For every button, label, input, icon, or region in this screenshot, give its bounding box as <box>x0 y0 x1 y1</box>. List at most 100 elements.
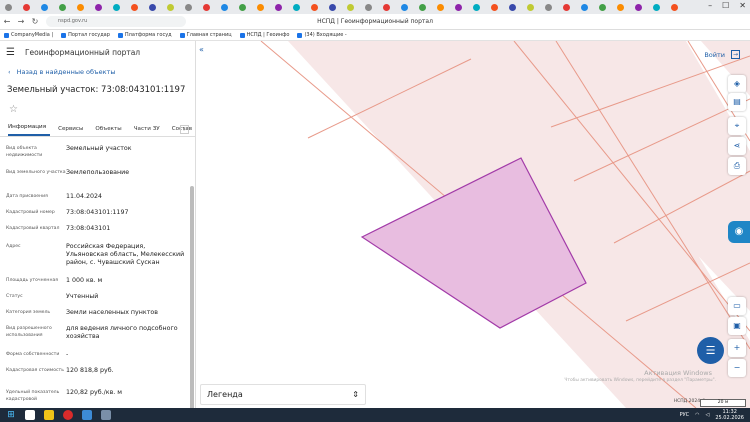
app-icon[interactable] <box>82 410 92 420</box>
yandex-browser-icon[interactable] <box>63 410 73 420</box>
browser-tab[interactable] <box>650 2 663 12</box>
info-tab[interactable]: Объекты <box>95 126 125 136</box>
browser-tab[interactable] <box>92 2 105 12</box>
layers-tool-button[interactable]: ◈ <box>728 75 746 93</box>
menu-icon[interactable]: ☰ <box>6 47 15 58</box>
browser-tab[interactable] <box>254 2 267 12</box>
volume-icon[interactable]: ◁ <box>706 412 710 418</box>
bookmark-item[interactable]: (34) Входящие - <box>297 32 347 38</box>
close-icon[interactable]: ✕ <box>739 1 746 10</box>
browser-tab[interactable] <box>632 2 645 12</box>
browser-tab[interactable] <box>488 2 501 12</box>
browser-tab[interactable] <box>74 2 87 12</box>
browser-tab[interactable] <box>506 2 519 12</box>
browser-tab[interactable] <box>380 2 393 12</box>
maximize-icon[interactable]: ☐ <box>722 1 729 10</box>
browser-tab[interactable] <box>56 2 69 12</box>
property-value: 73:08:043101:1197 <box>66 209 129 216</box>
map-canvas[interactable] <box>196 41 750 408</box>
property-key: Вид объекта недвижимости <box>6 146 43 158</box>
browser-tab[interactable] <box>128 2 141 12</box>
info-tab[interactable]: Части ЗУ <box>134 126 164 136</box>
chat-icon: ☰ <box>705 344 716 357</box>
browser-tab[interactable] <box>614 2 627 12</box>
browser-tab[interactable] <box>344 2 357 12</box>
browser-tab[interactable] <box>200 2 213 12</box>
share-tool-button[interactable]: ⋖ <box>728 137 746 155</box>
browser-tab[interactable] <box>362 2 375 12</box>
map-view[interactable]: « Войти → ◈ ▤ ⌖ ⋖ ⎙ ◉ ▭ ▣ + − ☰ Активаци… <box>196 41 750 408</box>
app-icon[interactable] <box>101 410 111 420</box>
browser-tab[interactable] <box>434 2 447 12</box>
back-to-results-link[interactable]: ‹ Назад в найденные объекты <box>0 68 195 76</box>
legend-dropdown[interactable]: Легенда ⇕ <box>200 384 366 405</box>
basemap-tool-button[interactable]: ▤ <box>728 93 746 111</box>
zoom-out-button[interactable]: − <box>728 359 746 377</box>
favicon-icon <box>185 3 192 11</box>
property-key: Вид земельного участка <box>6 170 66 175</box>
property-row: Удельный показатель кадастровой 120,82 ру… <box>6 389 186 403</box>
favicon-icon <box>527 3 534 11</box>
property-row: Статус Учтенный <box>6 293 186 301</box>
basemap-icon: ▤ <box>733 97 741 106</box>
browser-tab[interactable] <box>272 2 285 12</box>
measure-tool-button[interactable]: ⌖ <box>728 117 746 135</box>
property-row: Категория земель Земли населенных пунктов <box>6 309 186 317</box>
browser-tab[interactable] <box>236 2 249 12</box>
favicon-icon <box>257 3 264 11</box>
bookmark-item[interactable]: Платформа госуд <box>117 32 172 38</box>
login-icon: → <box>731 50 740 59</box>
minimap-tool-button[interactable]: ▣ <box>728 317 746 335</box>
browser-tab[interactable] <box>524 2 537 12</box>
browser-tab[interactable] <box>416 2 429 12</box>
search-icon[interactable] <box>25 410 35 420</box>
favicon-icon <box>581 3 588 11</box>
info-tab[interactable]: Сервисы <box>58 126 87 136</box>
bookmark-item[interactable]: Главная страниц <box>179 32 232 38</box>
tabs-next-icon[interactable]: › <box>180 125 189 134</box>
browser-tab[interactable] <box>146 2 159 12</box>
zoom-in-button[interactable]: + <box>728 339 746 357</box>
info-tab[interactable]: Информация <box>8 124 51 136</box>
property-value: 120,82 руб./кв. м <box>66 389 123 396</box>
windows-start-icon[interactable]: ⊞ <box>6 410 16 420</box>
browser-tab[interactable] <box>452 2 465 12</box>
browser-tab[interactable] <box>326 2 339 12</box>
property-key: Адрес <box>6 244 21 249</box>
login-button[interactable]: Войти → <box>704 50 740 59</box>
browser-tab[interactable] <box>398 2 411 12</box>
side-widget-button[interactable]: ◉ <box>728 221 750 243</box>
bookmark-item[interactable]: Портал государ <box>61 32 110 38</box>
file-explorer-icon[interactable] <box>44 410 54 420</box>
bookmark-item[interactable]: CompanyMedia | <box>4 32 53 38</box>
browser-tab[interactable] <box>542 2 555 12</box>
browser-tab[interactable] <box>668 2 681 12</box>
browser-tab[interactable] <box>218 2 231 12</box>
property-value: Землепользование <box>66 169 130 176</box>
clock[interactable]: 11:32 25.02.2026 <box>715 409 744 421</box>
screen-tool-button[interactable]: ▭ <box>728 297 746 315</box>
browser-tab[interactable] <box>38 2 51 12</box>
chevron-left-icon: ‹ <box>8 68 11 76</box>
wifi-icon[interactable]: ◠ <box>695 412 699 418</box>
browser-tab[interactable] <box>2 2 15 12</box>
chat-button[interactable]: ☰ <box>697 337 724 364</box>
minimize-icon[interactable]: – <box>708 1 712 10</box>
bookmark-item[interactable]: НСПД | Геоинфо <box>239 32 289 38</box>
panel-scrollbar[interactable] <box>190 186 194 408</box>
browser-tab[interactable] <box>182 2 195 12</box>
language-indicator[interactable]: РУС <box>680 412 690 418</box>
browser-tab[interactable] <box>470 2 483 12</box>
browser-tab[interactable] <box>596 2 609 12</box>
browser-tab[interactable] <box>164 2 177 12</box>
print-tool-button[interactable]: ⎙ <box>728 157 746 175</box>
browser-tab[interactable] <box>110 2 123 12</box>
browser-tab[interactable] <box>578 2 591 12</box>
browser-tab[interactable] <box>560 2 573 12</box>
favorite-star-icon[interactable]: ☆ <box>0 104 195 115</box>
browser-tab[interactable] <box>290 2 303 12</box>
browser-tab[interactable] <box>20 2 33 12</box>
browser-tab[interactable] <box>308 2 321 12</box>
minus-icon: − <box>733 363 741 372</box>
collapse-panel-icon[interactable]: « <box>199 45 204 54</box>
